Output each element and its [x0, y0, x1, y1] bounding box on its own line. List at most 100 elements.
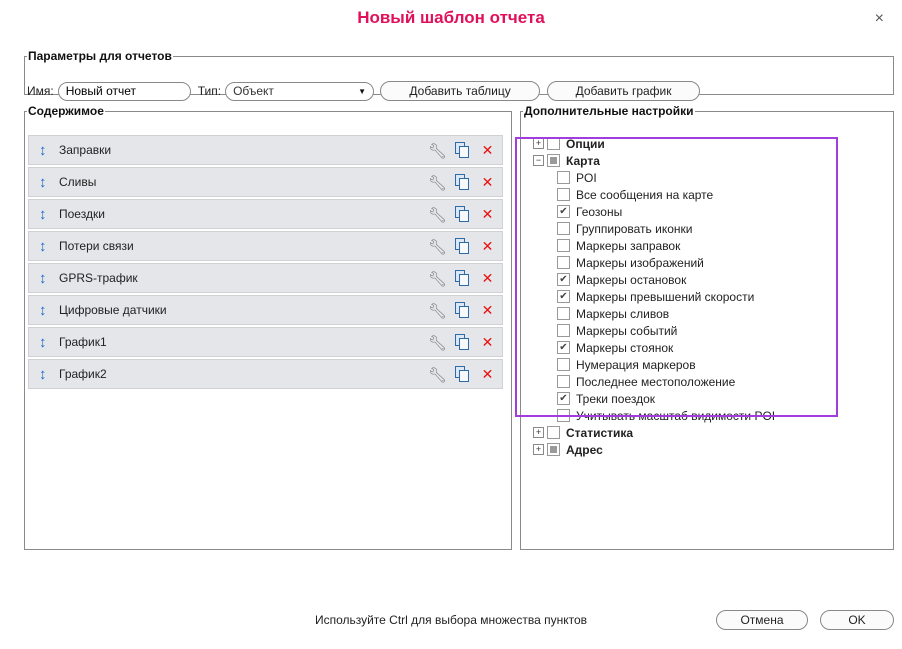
- checkbox[interactable]: [557, 222, 570, 235]
- arrow-updown-icon[interactable]: ↕: [29, 302, 53, 319]
- ok-button[interactable]: OK: [820, 610, 894, 630]
- options-checkbox[interactable]: [547, 137, 560, 150]
- wrench-icon[interactable]: 🔧︎: [428, 206, 447, 224]
- expand-icon[interactable]: +: [533, 444, 544, 455]
- arrow-updown-icon[interactable]: ↕: [29, 174, 53, 191]
- map-option-item[interactable]: Все сообщения на карте: [533, 186, 775, 203]
- wrench-icon[interactable]: 🔧︎: [428, 270, 447, 288]
- wrench-icon[interactable]: 🔧︎: [428, 238, 447, 256]
- copy-icon[interactable]: [455, 142, 470, 159]
- map-option-label: Группировать иконки: [576, 221, 693, 236]
- wrench-icon[interactable]: 🔧︎: [428, 302, 447, 320]
- checked-checkbox[interactable]: ✔: [557, 392, 570, 405]
- checkbox[interactable]: [557, 358, 570, 371]
- map-option-item[interactable]: Маркеры изображений: [533, 254, 775, 271]
- map-option-item[interactable]: ✔ Треки поездок: [533, 390, 775, 407]
- content-row[interactable]: ↕ Заправки 🔧︎ ✕: [28, 135, 503, 165]
- content-row[interactable]: ↕ GPRS-трафик 🔧︎ ✕: [28, 263, 503, 293]
- add-chart-button[interactable]: Добавить график: [547, 81, 701, 101]
- content-row[interactable]: ↕ Сливы 🔧︎ ✕: [28, 167, 503, 197]
- map-option-label: Последнее местоположение: [576, 374, 736, 389]
- checked-checkbox[interactable]: ✔: [557, 273, 570, 286]
- statistics-label: Статистика: [566, 425, 634, 440]
- ctrl-hint-label: Используйте Ctrl для выбора множества пу…: [314, 613, 588, 627]
- checked-checkbox[interactable]: ✔: [557, 205, 570, 218]
- delete-icon[interactable]: ✕: [479, 206, 496, 223]
- checkbox[interactable]: [557, 256, 570, 269]
- content-row[interactable]: ↕ График2 🔧︎ ✕: [28, 359, 503, 389]
- close-button[interactable]: ×: [875, 11, 884, 27]
- content-row[interactable]: ↕ Потери связи 🔧︎ ✕: [28, 231, 503, 261]
- settings-tree: + Опции − Карта POI Все сообщения на карт…: [533, 135, 775, 458]
- cancel-button[interactable]: Отмена: [716, 610, 808, 630]
- tree-node-address[interactable]: + Адрес: [533, 441, 775, 458]
- tree-node-options[interactable]: + Опции: [533, 135, 775, 152]
- delete-icon[interactable]: ✕: [479, 366, 496, 383]
- arrow-updown-icon[interactable]: ↕: [29, 142, 53, 159]
- checkbox[interactable]: [557, 375, 570, 388]
- checkbox[interactable]: [557, 307, 570, 320]
- content-row[interactable]: ↕ Поездки 🔧︎ ✕: [28, 199, 503, 229]
- delete-icon[interactable]: ✕: [479, 174, 496, 191]
- map-option-label: Маркеры изображений: [576, 255, 704, 270]
- checked-checkbox[interactable]: ✔: [557, 341, 570, 354]
- arrow-updown-icon[interactable]: ↕: [29, 334, 53, 351]
- wrench-icon[interactable]: 🔧︎: [428, 366, 447, 384]
- map-option-item[interactable]: POI: [533, 169, 775, 186]
- map-option-item[interactable]: Последнее местоположение: [533, 373, 775, 390]
- map-option-item[interactable]: ✔ Маркеры остановок: [533, 271, 775, 288]
- checkbox[interactable]: [557, 409, 570, 422]
- copy-icon[interactable]: [455, 270, 470, 287]
- content-row-label: Цифровые датчики: [59, 303, 167, 317]
- arrow-updown-icon[interactable]: ↕: [29, 366, 53, 383]
- arrow-updown-icon[interactable]: ↕: [29, 238, 53, 255]
- map-option-item[interactable]: ✔ Маркеры превышений скорости: [533, 288, 775, 305]
- content-row-label: Сливы: [59, 175, 97, 189]
- wrench-icon[interactable]: 🔧︎: [428, 174, 447, 192]
- tree-node-map[interactable]: − Карта: [533, 152, 775, 169]
- copy-icon[interactable]: [455, 302, 470, 319]
- delete-icon[interactable]: ✕: [479, 302, 496, 319]
- checkbox[interactable]: [557, 188, 570, 201]
- delete-icon[interactable]: ✕: [479, 238, 496, 255]
- map-option-item[interactable]: ✔ Геозоны: [533, 203, 775, 220]
- checkbox[interactable]: [557, 239, 570, 252]
- type-select[interactable]: Объект ▼: [225, 81, 375, 101]
- tree-node-statistics[interactable]: + Статистика: [533, 424, 775, 441]
- delete-icon[interactable]: ✕: [479, 334, 496, 351]
- add-table-button[interactable]: Добавить таблицу: [380, 81, 541, 101]
- map-option-item[interactable]: Учитывать масштаб видимости POI: [533, 407, 775, 424]
- statistics-checkbox[interactable]: [547, 426, 560, 439]
- delete-icon[interactable]: ✕: [479, 142, 496, 159]
- arrow-updown-icon[interactable]: ↕: [29, 270, 53, 287]
- content-list: ↕ Заправки 🔧︎ ✕ ↕ Сливы 🔧︎ ✕ ↕ Поездки 🔧︎ ✕ ↕ Потери …: [28, 135, 503, 391]
- map-option-label: Нумерация маркеров: [576, 357, 696, 372]
- map-checkbox[interactable]: [547, 154, 560, 167]
- checkbox[interactable]: [557, 324, 570, 337]
- map-option-item[interactable]: Группировать иконки: [533, 220, 775, 237]
- content-row[interactable]: ↕ Цифровые датчики 🔧︎ ✕: [28, 295, 503, 325]
- map-option-item[interactable]: Маркеры событий: [533, 322, 775, 339]
- checked-checkbox[interactable]: ✔: [557, 290, 570, 303]
- map-option-item[interactable]: Маркеры сливов: [533, 305, 775, 322]
- wrench-icon[interactable]: 🔧︎: [428, 142, 447, 160]
- copy-icon[interactable]: [455, 238, 470, 255]
- copy-icon[interactable]: [455, 206, 470, 223]
- map-option-item[interactable]: ✔ Маркеры стоянок: [533, 339, 775, 356]
- copy-icon[interactable]: [455, 174, 470, 191]
- content-row[interactable]: ↕ График1 🔧︎ ✕: [28, 327, 503, 357]
- copy-icon[interactable]: [455, 366, 470, 383]
- map-option-label: POI: [576, 170, 597, 185]
- expand-icon[interactable]: +: [533, 427, 544, 438]
- checkbox[interactable]: [557, 171, 570, 184]
- map-option-item[interactable]: Маркеры заправок: [533, 237, 775, 254]
- collapse-icon[interactable]: −: [533, 155, 544, 166]
- name-input[interactable]: [57, 81, 191, 101]
- copy-icon[interactable]: [455, 334, 470, 351]
- delete-icon[interactable]: ✕: [479, 270, 496, 287]
- arrow-updown-icon[interactable]: ↕: [29, 206, 53, 223]
- wrench-icon[interactable]: 🔧︎: [428, 334, 447, 352]
- map-option-item[interactable]: Нумерация маркеров: [533, 356, 775, 373]
- expand-icon[interactable]: +: [533, 138, 544, 149]
- address-checkbox[interactable]: [547, 443, 560, 456]
